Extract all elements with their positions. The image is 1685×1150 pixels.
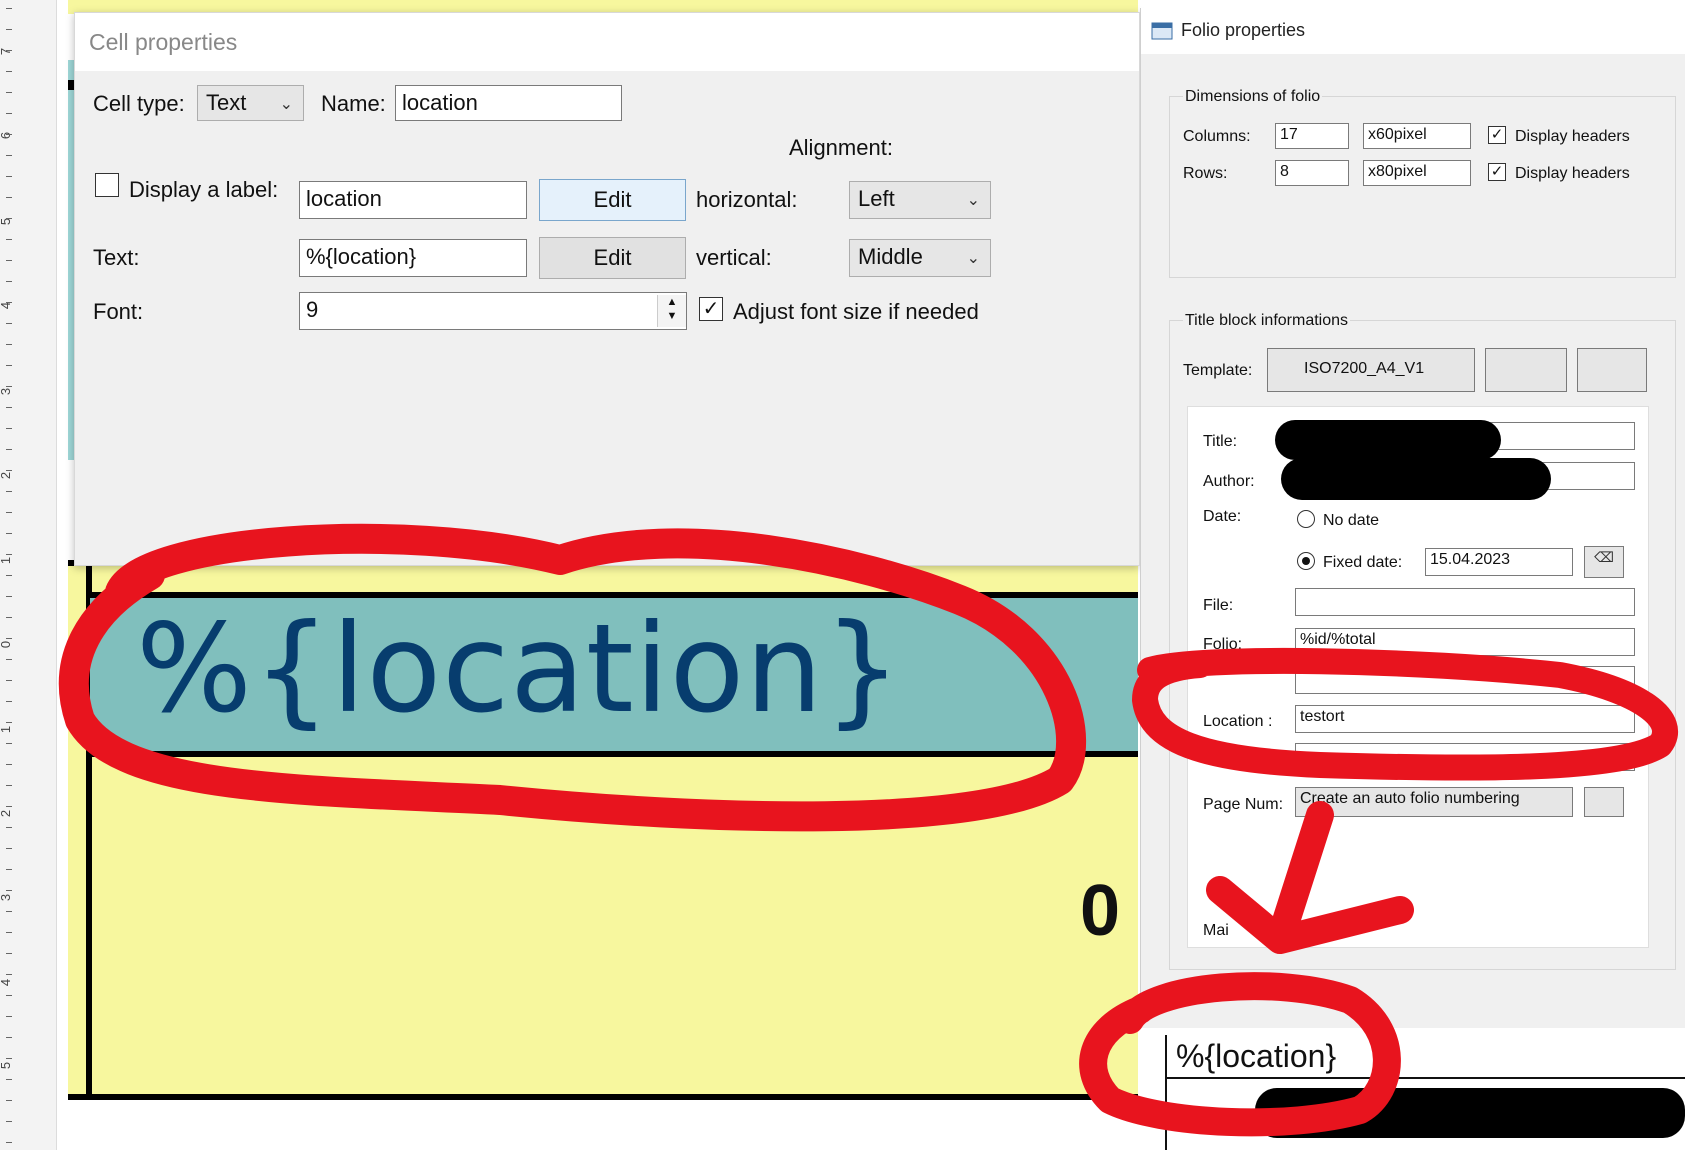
annotation-circle-preview bbox=[1079, 972, 1401, 1137]
annotation-overlay bbox=[58, 523, 1678, 1137]
annotation-circle-cell bbox=[58, 523, 1087, 832]
annotation-circle-location bbox=[1132, 647, 1678, 781]
annotation-arrow bbox=[1206, 801, 1414, 954]
